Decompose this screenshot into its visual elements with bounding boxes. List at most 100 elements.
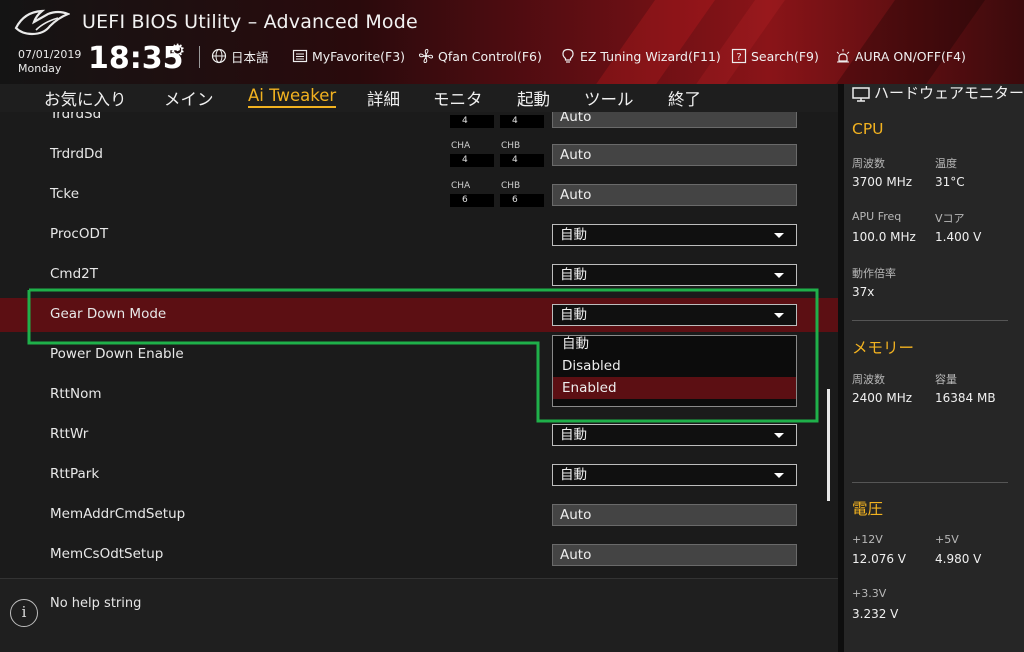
clock-settings-gear-icon[interactable]: ⚙ [170, 41, 185, 61]
dropdown-arrow-icon [774, 273, 784, 278]
chb-label: CHB [501, 181, 521, 191]
setting-dropdown[interactable]: 自動 [552, 264, 797, 286]
main-tab-bar: お気に入り メイン Ai Tweaker 詳細 モニタ 起動 ツール 終了 [0, 84, 838, 112]
setting-label: TrdrdDd [50, 146, 103, 162]
monitor-icon [852, 87, 870, 102]
cpu-freq-value: 3700 MHz [852, 175, 913, 189]
setting-row-gear-down-mode[interactable]: Gear Down Mode 自動 [0, 298, 838, 332]
language-label: 日本語 [231, 49, 269, 65]
aura-toggle-button[interactable]: AURA ON/OFF(F4) [835, 47, 966, 65]
setting-label: Power Down Enable [50, 346, 184, 362]
setting-row-tcke[interactable]: Tcke CHA CHB 6 6 Auto [0, 178, 838, 212]
dropdown-arrow-icon [774, 313, 784, 318]
tab-ai-tweaker[interactable]: Ai Tweaker [248, 86, 337, 108]
setting-value-field[interactable]: Auto [552, 144, 797, 166]
setting-value-field[interactable]: Auto [552, 504, 797, 526]
svg-text:?: ? [736, 52, 741, 63]
tab-exit[interactable]: 終了 [668, 86, 701, 110]
search-button[interactable]: ? Search(F9) [731, 47, 819, 65]
top-header: UEFI BIOS Utility – Advanced Mode 07/01/… [0, 0, 1024, 84]
setting-row-procodt[interactable]: ProcODT 自動 [0, 218, 838, 252]
v12-value: 12.076 V [852, 552, 907, 566]
tab-boot[interactable]: 起動 [517, 86, 550, 110]
setting-dropdown[interactable]: 自動 [552, 424, 797, 446]
chb-label: CHB [501, 141, 521, 151]
globe-icon [211, 48, 227, 64]
setting-value-field[interactable]: Auto [552, 544, 797, 566]
voltage-heading: 電圧 [852, 500, 884, 518]
cha-label: CHA [451, 181, 471, 191]
section-divider [852, 482, 1008, 483]
qfan-control-button[interactable]: Qfan Control(F6) [418, 47, 542, 65]
section-divider [852, 320, 1008, 321]
setting-label: MemCsOdtSetup [50, 546, 164, 562]
cpu-ratio-value: 37x [852, 285, 875, 299]
setting-row-trdrddd[interactable]: TrdrdDd CHA CHB 4 4 Auto [0, 138, 838, 172]
setting-row-memaddrcmdsetup[interactable]: MemAddrCmdSetup Auto [0, 498, 838, 532]
setting-label: Tcke [50, 186, 80, 202]
setting-label: MemAddrCmdSetup [50, 506, 186, 522]
favorite-list-icon [292, 49, 308, 63]
settings-scrollbar[interactable] [827, 389, 830, 501]
gear-down-mode-dropdown-menu: 自動 Disabled Enabled [552, 335, 797, 407]
v5-label: +5V [935, 533, 959, 546]
setting-value-field[interactable]: Auto [552, 112, 797, 128]
setting-label: Cmd2T [50, 266, 98, 282]
dropdown-option-auto[interactable]: 自動 [553, 333, 796, 355]
cpu-temp-value: 31°C [935, 175, 965, 189]
header-divider [199, 46, 200, 68]
setting-dropdown[interactable]: 自動 [552, 464, 797, 486]
fan-icon [418, 48, 434, 64]
cpu-freq-label: 周波数 [852, 157, 885, 170]
cha-value: 6 [450, 194, 494, 207]
help-bar: i No help string [0, 578, 838, 652]
dropdown-value: 自動 [560, 267, 587, 283]
v12-label: +12V [852, 533, 883, 546]
myfavorite-button[interactable]: MyFavorite(F3) [292, 47, 405, 65]
aura-toggle-label: AURA ON/OFF(F4) [855, 48, 966, 64]
tab-tool[interactable]: ツール [584, 86, 634, 110]
day-text: Monday [18, 62, 62, 75]
setting-label: RttWr [50, 426, 89, 442]
ez-tuning-wizard-label: EZ Tuning Wizard(F11) [580, 48, 721, 64]
setting-row-rttwr[interactable]: RttWr 自動 [0, 418, 838, 452]
setting-value-field[interactable]: Auto [552, 184, 797, 206]
cha-value: 4 [450, 115, 494, 128]
tab-main[interactable]: メイン [164, 86, 214, 110]
info-icon: i [10, 599, 38, 627]
setting-row-memcsodtsetup[interactable]: MemCsOdtSetup Auto [0, 538, 838, 572]
cpu-temp-label: 温度 [935, 157, 957, 170]
date-display: 07/01/2019 Monday [18, 48, 81, 76]
memory-heading: メモリー [852, 339, 915, 357]
dropdown-arrow-icon [774, 233, 784, 238]
memory-capacity-value: 16384 MB [935, 391, 996, 405]
apu-freq-label: APU Freq [852, 210, 902, 223]
memory-freq-label: 周波数 [852, 373, 885, 386]
vcore-value: 1.400 V [935, 230, 982, 244]
dropdown-value: 自動 [560, 427, 587, 443]
setting-label: ProcODT [50, 226, 109, 242]
rog-logo-icon [14, 9, 70, 36]
language-button[interactable]: 日本語 [211, 47, 269, 65]
dropdown-option-disabled[interactable]: Disabled [553, 355, 796, 377]
ez-tuning-wizard-button[interactable]: EZ Tuning Wizard(F11) [560, 47, 721, 65]
chb-value: 6 [500, 194, 544, 207]
memory-capacity-label: 容量 [935, 373, 957, 386]
dropdown-option-enabled[interactable]: Enabled [553, 377, 796, 399]
cpu-ratio-label: 動作倍率 [852, 267, 896, 280]
apu-freq-value: 100.0 MHz [852, 230, 916, 244]
date-text: 07/01/2019 [18, 48, 82, 61]
tab-monitor[interactable]: モニタ [433, 86, 483, 110]
setting-row-cmd2t[interactable]: Cmd2T 自動 [0, 258, 838, 292]
cpu-heading: CPU [852, 120, 884, 138]
setting-dropdown[interactable]: 自動 [552, 304, 797, 326]
setting-dropdown[interactable]: 自動 [552, 224, 797, 246]
tab-favorites[interactable]: お気に入り [44, 86, 127, 110]
qfan-control-label: Qfan Control(F6) [438, 48, 542, 64]
aura-light-icon [836, 49, 850, 63]
dropdown-arrow-icon [774, 473, 784, 478]
setting-row-rttpark[interactable]: RttPark 自動 [0, 458, 838, 492]
tab-advanced[interactable]: 詳細 [367, 86, 400, 110]
setting-row-trdrdsd[interactable]: TrdrdSd 4 4 Auto [0, 112, 838, 132]
search-label: Search(F9) [751, 48, 819, 64]
